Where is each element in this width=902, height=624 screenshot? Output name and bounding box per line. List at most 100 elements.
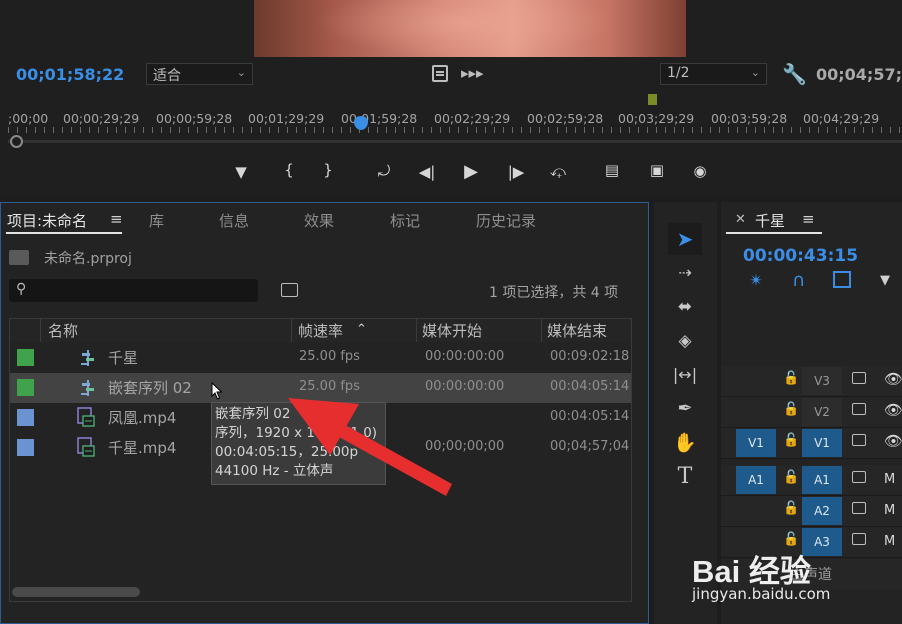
column-divider — [416, 318, 417, 342]
play-button[interactable]: ▶ — [458, 161, 484, 182]
lock-icon[interactable]: 🔓 — [783, 470, 799, 485]
track-row-a2[interactable]: 🔓 A2 M — [721, 496, 902, 527]
go-to-out-button[interactable]: ⤽ — [545, 162, 571, 180]
item-media-start: 00:00:00:00 — [425, 349, 505, 364]
lock-icon[interactable]: 🔓 — [783, 532, 799, 547]
tab-project[interactable]: 项目:未命名 — [7, 210, 87, 231]
track-row-v1[interactable]: V1 🔓 V1 👁 — [721, 428, 902, 459]
column-media-start[interactable]: 媒体开始 — [422, 320, 482, 341]
linked-selection-icon[interactable] — [833, 271, 851, 288]
go-to-in-button[interactable]: ⤾ — [371, 162, 397, 180]
track-select-tool-icon[interactable]: ⇢ — [668, 258, 702, 288]
razor-tool-icon[interactable]: ◈ — [668, 326, 702, 356]
ripple-edit-tool-icon[interactable]: ⬌ — [668, 292, 702, 322]
step-forward-button[interactable]: |▶ — [503, 163, 529, 181]
folder-icon — [9, 250, 29, 265]
project-file-name: 未命名.prproj — [44, 251, 132, 267]
label-color-swatch[interactable] — [17, 349, 34, 366]
tab-markers[interactable]: 标记 — [390, 210, 420, 231]
track-target[interactable]: V3 — [802, 367, 842, 395]
track-row-v3[interactable]: 🔓 V3 👁 — [721, 366, 902, 397]
scrub-bar[interactable] — [8, 140, 902, 143]
sync-lock-icon[interactable] — [852, 533, 866, 545]
sync-lock-icon[interactable] — [852, 471, 866, 483]
sync-lock-icon[interactable] — [852, 403, 866, 415]
mute-icon[interactable]: M — [884, 503, 895, 518]
source-patch[interactable] — [736, 497, 776, 525]
extract-button[interactable]: ▣ — [643, 161, 671, 179]
source-patch[interactable] — [736, 398, 776, 426]
film-strip-icon[interactable] — [432, 65, 448, 82]
timeline-sequence-tab[interactable]: 千星 — [755, 210, 785, 231]
sync-lock-icon[interactable] — [852, 372, 866, 384]
tab-history[interactable]: 历史记录 — [476, 210, 536, 231]
tab-effects[interactable]: 效果 — [304, 210, 334, 231]
tab-info[interactable]: 信息 — [219, 210, 249, 231]
item-media-end: 00:04:05:14 — [550, 409, 630, 424]
timeline-timecode[interactable]: 00:00:43:15 — [743, 246, 858, 266]
track-row-v2[interactable]: 🔓 V2 👁 — [721, 397, 902, 428]
track-target[interactable]: A2 — [802, 497, 842, 525]
hand-tool-icon[interactable]: ✋ — [668, 428, 702, 458]
zoom-handle[interactable] — [10, 135, 23, 148]
mark-out-button[interactable]: } — [315, 161, 341, 179]
lock-icon[interactable]: 🔓 — [783, 501, 799, 516]
mark-in-button[interactable]: { — [276, 161, 302, 179]
label-color-swatch[interactable] — [17, 379, 34, 396]
lock-icon[interactable]: 🔓 — [783, 371, 799, 386]
label-color-swatch[interactable] — [17, 409, 34, 426]
marker-icon[interactable] — [647, 94, 657, 105]
lock-icon[interactable]: 🔓 — [783, 433, 799, 448]
source-patch[interactable] — [736, 367, 776, 395]
column-media-end[interactable]: 媒体结束 — [547, 320, 607, 341]
video-clip-icon — [77, 407, 95, 427]
list-item[interactable]: 千星 25.00 fps 00:00:00:00 00:09:02:18 — [9, 343, 632, 373]
mute-icon[interactable]: M — [884, 472, 895, 487]
fit-dropdown[interactable]: 适合 ⌄ — [146, 63, 253, 85]
item-media-end: 00:04:05:14 — [550, 379, 630, 394]
eye-icon[interactable]: 👁 — [884, 401, 902, 419]
item-frame-rate: 25.00 fps — [299, 379, 360, 394]
track-row-a1[interactable]: A1 🔓 A1 M — [721, 465, 902, 496]
ruler-label: 00;04;29;29 — [803, 111, 880, 126]
mute-icon[interactable]: M — [884, 534, 895, 549]
search-input[interactable]: ⚲ — [9, 279, 258, 302]
panel-menu-icon[interactable]: ≡ — [110, 210, 123, 228]
snap-magnet-icon[interactable]: ∩ — [792, 270, 805, 291]
find-folder-icon[interactable] — [281, 283, 298, 297]
pen-tool-icon[interactable]: ✒ — [668, 394, 702, 424]
close-icon[interactable]: ✕ — [735, 212, 746, 227]
list-item[interactable]: 嵌套序列 02 25.00 fps 00:00:00:00 00:04:05:1… — [9, 373, 632, 403]
tab-library[interactable]: 库 — [149, 210, 164, 231]
step-back-button[interactable]: ◀| — [414, 163, 440, 181]
wrench-icon[interactable]: 🔧 — [782, 62, 807, 86]
track-target[interactable]: A1 — [802, 466, 842, 494]
eye-icon[interactable]: 👁 — [884, 370, 902, 388]
lock-icon[interactable]: 🔓 — [783, 402, 799, 417]
eye-icon[interactable]: 👁 — [884, 432, 902, 450]
add-marker-icon[interactable]: ▼ — [880, 273, 890, 288]
sort-ascending-icon[interactable]: ⌃ — [356, 322, 367, 337]
type-tool-icon[interactable]: T — [668, 462, 702, 492]
nest-toggle-icon[interactable]: ✴ — [749, 271, 763, 291]
label-color-swatch[interactable] — [17, 439, 34, 456]
source-patch[interactable]: A1 — [736, 466, 776, 494]
sync-lock-icon[interactable] — [852, 434, 866, 446]
add-marker-button[interactable]: ▼ — [228, 163, 254, 181]
slip-tool-icon[interactable]: |↔| — [668, 360, 702, 390]
lift-button[interactable]: ▤ — [598, 161, 626, 179]
camera-icon[interactable]: ◉ — [687, 162, 713, 180]
source-patch[interactable]: V1 — [736, 429, 776, 457]
track-target[interactable]: V1 — [802, 429, 842, 457]
playback-settings-icon[interactable]: ▸▸▸ — [461, 64, 484, 82]
column-frame-rate[interactable]: 帧速率 — [298, 320, 343, 341]
column-name[interactable]: 名称 — [48, 320, 78, 341]
horizontal-scrollbar[interactable] — [12, 587, 140, 597]
panel-menu-icon[interactable]: ≡ — [802, 210, 815, 228]
sync-lock-icon[interactable] — [852, 502, 866, 514]
track-target[interactable]: V2 — [802, 398, 842, 426]
current-timecode[interactable]: 00;01;58;22 — [16, 65, 124, 84]
selection-tool-icon[interactable]: ➤ — [668, 224, 702, 254]
sequence-icon — [81, 380, 94, 396]
resolution-dropdown[interactable]: 1/2 ⌄ — [660, 63, 767, 85]
